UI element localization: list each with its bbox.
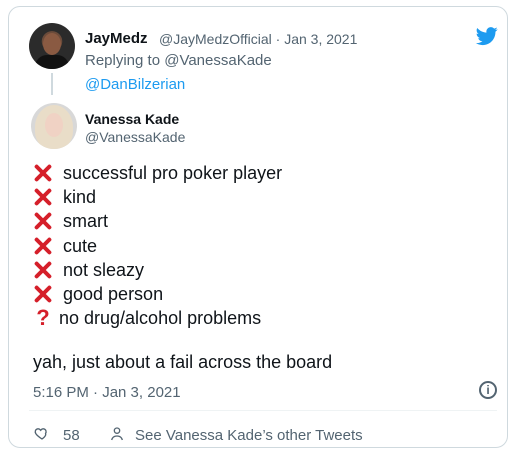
list-item-text: no drug/alcohol problems — [59, 308, 262, 329]
mention-link[interactable]: @DanBilzerian — [85, 76, 185, 93]
cross-mark-icon — [33, 236, 53, 256]
list-item-text: kind — [63, 187, 97, 208]
divider — [29, 410, 497, 411]
cross-mark-icon — [33, 284, 53, 304]
quoted-name[interactable]: Vanessa Kade — [85, 111, 179, 127]
list-item-text: successful pro poker player — [63, 163, 283, 183]
list-item: ? no drug/alcohol problems — [33, 306, 282, 330]
list-item: cute — [33, 234, 282, 258]
quoted-handle[interactable]: @VanessaKade — [85, 129, 185, 145]
tweet-summary: yah, just about a fail across the board — [33, 352, 333, 372]
cross-mark-icon — [33, 211, 53, 231]
cross-mark-icon — [33, 163, 53, 183]
avatar-shirt — [35, 55, 69, 69]
tweet-list: successful pro poker player kind smart c… — [33, 161, 282, 330]
twitter-bird-icon[interactable] — [474, 25, 500, 47]
author-avatar[interactable] — [29, 23, 75, 69]
avatar-face — [45, 113, 63, 137]
tweet-card[interactable]: JayMedz @JayMedzOfficial · Jan 3, 2021 R… — [8, 6, 508, 448]
thread-line — [51, 73, 53, 95]
list-item-text: cute — [63, 235, 98, 256]
like-count[interactable]: 58 — [63, 427, 80, 444]
list-item: not sleazy — [33, 258, 282, 282]
replying-to: Replying to @VanessaKade — [85, 52, 272, 69]
list-item: successful pro poker player — [33, 161, 282, 185]
cross-mark-icon — [33, 260, 53, 280]
list-item: smart — [33, 209, 282, 233]
list-item: kind — [33, 185, 282, 209]
cross-mark-icon — [33, 187, 53, 207]
avatar-face — [43, 33, 61, 55]
person-icon — [111, 427, 123, 441]
author-name[interactable]: JayMedz — [85, 30, 148, 47]
list-item-text: good person — [63, 283, 164, 304]
list-item: good person — [33, 282, 282, 306]
list-item-text: smart — [63, 211, 108, 232]
list-item-text: not sleazy — [63, 259, 145, 280]
question-mark-icon: ? — [36, 305, 50, 331]
quoted-avatar[interactable] — [31, 103, 77, 149]
author-handle[interactable]: @JayMedzOfficial · Jan 3, 2021 — [159, 31, 357, 47]
heart-icon[interactable] — [33, 425, 51, 441]
info-icon[interactable]: i — [479, 381, 497, 399]
timestamp[interactable]: 5:16 PM · Jan 3, 2021 — [33, 384, 181, 401]
see-other-tweets-link[interactable]: See Vanessa Kade’s other Tweets — [135, 427, 363, 444]
